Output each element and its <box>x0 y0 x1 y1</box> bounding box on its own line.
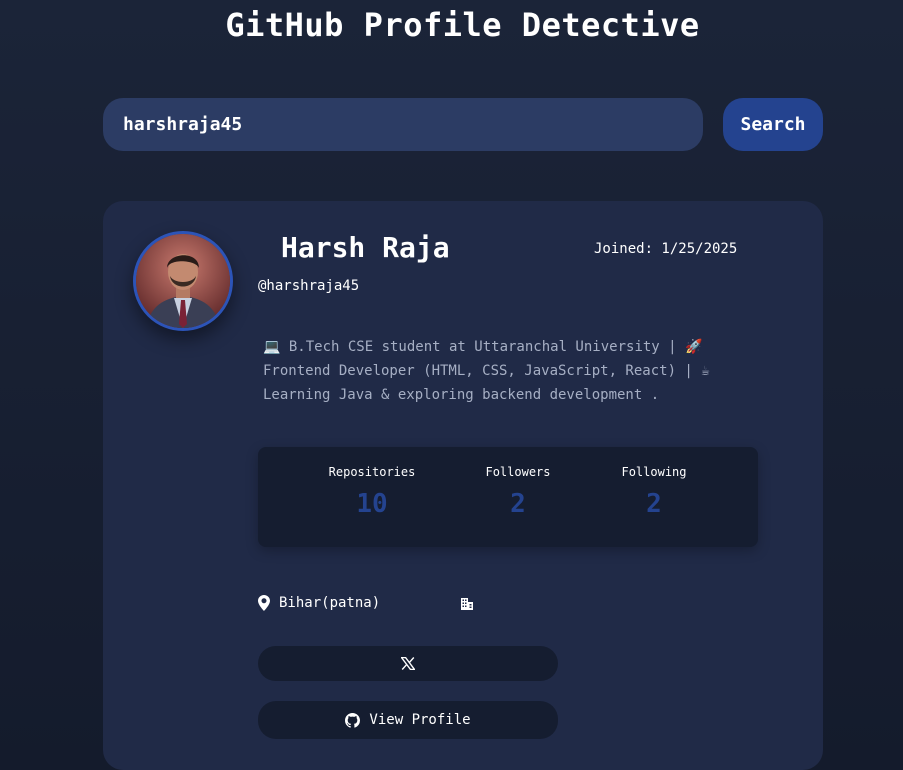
avatar <box>133 231 233 331</box>
profile-bio: 💻 B.Tech CSE student at Uttaranchal Univ… <box>263 339 710 403</box>
stat-followers-value: 2 <box>510 489 526 519</box>
username: @harshraja45 <box>258 278 360 294</box>
join-date: Joined: 1/25/2025 <box>594 241 738 257</box>
building-icon <box>460 597 474 610</box>
stat-repositories-label: Repositories <box>328 465 416 479</box>
stat-following-label: Following <box>621 465 687 479</box>
stats-panel: Repositories 10 Followers 2 Following 2 <box>258 447 758 547</box>
search-input[interactable] <box>103 98 703 151</box>
github-icon <box>345 712 361 728</box>
page-title: GitHub Profile Detective <box>225 6 700 44</box>
stat-followers: Followers 2 <box>448 465 588 519</box>
stat-following-value: 2 <box>646 489 662 519</box>
profile-card: Harsh Raja Joined: 1/25/2025 @harshraja4… <box>103 201 823 770</box>
map-pin-icon <box>258 595 270 611</box>
location-text: Bihar(patna) <box>279 595 381 611</box>
stat-repositories: Repositories 10 <box>302 465 442 519</box>
profile-name: Harsh Raja <box>281 231 450 264</box>
stat-repositories-value: 10 <box>356 489 388 519</box>
view-profile-button[interactable]: View Profile <box>258 701 558 739</box>
search-button[interactable]: Search <box>723 98 823 151</box>
location-row: Bihar(patna) <box>258 595 380 611</box>
stat-following: Following 2 <box>584 465 724 519</box>
x-logo-icon <box>401 657 415 670</box>
twitter-button[interactable] <box>258 646 558 681</box>
view-profile-label: View Profile <box>369 712 471 728</box>
stat-followers-label: Followers <box>485 465 551 479</box>
